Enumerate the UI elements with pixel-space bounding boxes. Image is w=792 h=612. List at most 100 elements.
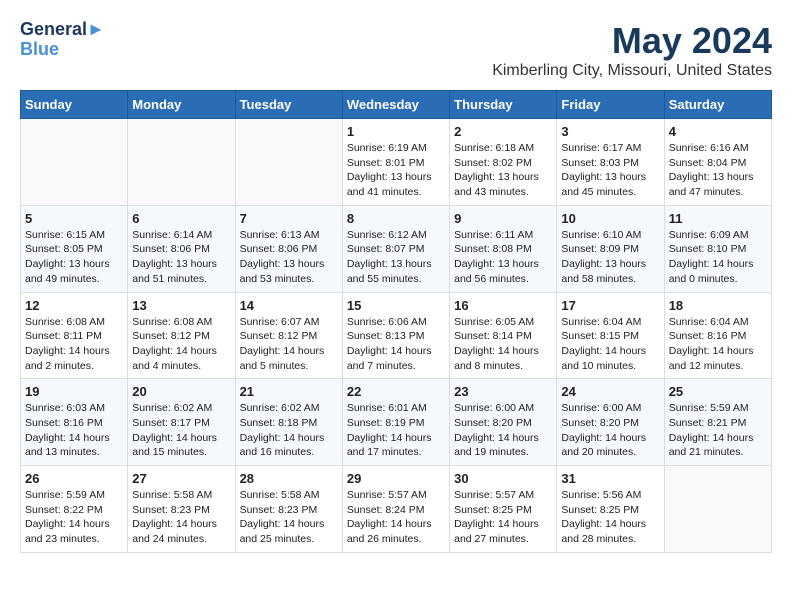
weekday-header-row: SundayMondayTuesdayWednesdayThursdayFrid… <box>21 91 772 119</box>
day-info: Sunrise: 6:09 AM Sunset: 8:10 PM Dayligh… <box>669 228 767 287</box>
main-title: May 2024 <box>492 20 772 62</box>
day-info: Sunrise: 6:04 AM Sunset: 8:16 PM Dayligh… <box>669 315 767 374</box>
calendar-day-26: 26 Sunrise: 5:59 AM Sunset: 8:22 PM Dayli… <box>21 466 128 553</box>
calendar-week-row: 12Sunrise: 6:08 AM Sunset: 8:11 PM Dayli… <box>21 292 772 379</box>
weekday-header-wednesday: Wednesday <box>342 91 449 119</box>
calendar-day-2: 2 Sunrise: 6:18 AM Sunset: 8:02 PM Daylig… <box>450 119 557 206</box>
day-number: 26 <box>25 471 123 486</box>
day-number: 27 <box>132 471 230 486</box>
calendar-day-16: 16 Sunrise: 6:05 AM Sunset: 8:14 PM Dayli… <box>450 292 557 379</box>
day-info: Sunrise: 6:03 AM Sunset: 8:16 PM Dayligh… <box>25 401 123 460</box>
day-info: Sunrise: 6:17 AM Sunset: 8:03 PM Dayligh… <box>561 141 659 200</box>
day-number: 31 <box>561 471 659 486</box>
day-info: Sunrise: 5:59 AM Sunset: 8:21 PM Dayligh… <box>669 401 767 460</box>
day-number: 15 <box>347 298 445 313</box>
calendar-empty-cell <box>21 119 128 206</box>
day-info: Sunrise: 6:04 AM Sunset: 8:15 PM Dayligh… <box>561 315 659 374</box>
calendar-day-10: 10 Sunrise: 6:10 AM Sunset: 8:09 PM Dayli… <box>557 205 664 292</box>
subtitle: Kimberling City, Missouri, United States <box>492 62 772 80</box>
day-info: Sunrise: 6:00 AM Sunset: 8:20 PM Dayligh… <box>454 401 552 460</box>
day-info: Sunrise: 6:14 AM Sunset: 8:06 PM Dayligh… <box>132 228 230 287</box>
weekday-header-monday: Monday <box>128 91 235 119</box>
day-number: 16 <box>454 298 552 313</box>
calendar-day-27: 27 Sunrise: 5:58 AM Sunset: 8:23 PM Dayli… <box>128 466 235 553</box>
page-header: General► Blue May 2024 Kimberling City, … <box>20 20 772 80</box>
day-number: 24 <box>561 384 659 399</box>
day-info: Sunrise: 6:10 AM Sunset: 8:09 PM Dayligh… <box>561 228 659 287</box>
day-number: 30 <box>454 471 552 486</box>
weekday-header-saturday: Saturday <box>664 91 771 119</box>
calendar-day-21: 21Sunrise: 6:02 AM Sunset: 8:18 PM Dayli… <box>235 379 342 466</box>
day-number: 5 <box>25 211 123 226</box>
day-info: Sunrise: 6:08 AM Sunset: 8:12 PM Dayligh… <box>132 315 230 374</box>
calendar-day-12: 12Sunrise: 6:08 AM Sunset: 8:11 PM Dayli… <box>21 292 128 379</box>
calendar-day-30: 30 Sunrise: 5:57 AM Sunset: 8:25 PM Dayli… <box>450 466 557 553</box>
calendar-week-row: 1 Sunrise: 6:19 AM Sunset: 8:01 PM Daylig… <box>21 119 772 206</box>
weekday-header-friday: Friday <box>557 91 664 119</box>
day-info: Sunrise: 5:57 AM Sunset: 8:25 PM Dayligh… <box>454 488 552 547</box>
calendar-day-6: 6Sunrise: 6:14 AM Sunset: 8:06 PM Daylig… <box>128 205 235 292</box>
calendar-day-8: 8 Sunrise: 6:12 AM Sunset: 8:07 PM Daylig… <box>342 205 449 292</box>
day-number: 23 <box>454 384 552 399</box>
calendar-day-4: 4Sunrise: 6:16 AM Sunset: 8:04 PM Daylig… <box>664 119 771 206</box>
weekday-header-thursday: Thursday <box>450 91 557 119</box>
day-number: 29 <box>347 471 445 486</box>
day-info: Sunrise: 5:58 AM Sunset: 8:23 PM Dayligh… <box>240 488 338 547</box>
day-info: Sunrise: 6:13 AM Sunset: 8:06 PM Dayligh… <box>240 228 338 287</box>
calendar-day-9: 9Sunrise: 6:11 AM Sunset: 8:08 PM Daylig… <box>450 205 557 292</box>
calendar-week-row: 26 Sunrise: 5:59 AM Sunset: 8:22 PM Dayli… <box>21 466 772 553</box>
day-info: Sunrise: 6:08 AM Sunset: 8:11 PM Dayligh… <box>25 315 123 374</box>
calendar-day-19: 19 Sunrise: 6:03 AM Sunset: 8:16 PM Dayli… <box>21 379 128 466</box>
day-number: 10 <box>561 211 659 226</box>
weekday-header-tuesday: Tuesday <box>235 91 342 119</box>
day-number: 2 <box>454 124 552 139</box>
day-number: 17 <box>561 298 659 313</box>
calendar-day-1: 1 Sunrise: 6:19 AM Sunset: 8:01 PM Daylig… <box>342 119 449 206</box>
day-info: Sunrise: 6:01 AM Sunset: 8:19 PM Dayligh… <box>347 401 445 460</box>
calendar-day-22: 22 Sunrise: 6:01 AM Sunset: 8:19 PM Dayli… <box>342 379 449 466</box>
calendar-day-7: 7 Sunrise: 6:13 AM Sunset: 8:06 PM Daylig… <box>235 205 342 292</box>
day-info: Sunrise: 6:12 AM Sunset: 8:07 PM Dayligh… <box>347 228 445 287</box>
day-info: Sunrise: 6:06 AM Sunset: 8:13 PM Dayligh… <box>347 315 445 374</box>
day-number: 3 <box>561 124 659 139</box>
calendar-day-31: 31Sunrise: 5:56 AM Sunset: 8:25 PM Dayli… <box>557 466 664 553</box>
calendar-day-14: 14Sunrise: 6:07 AM Sunset: 8:12 PM Dayli… <box>235 292 342 379</box>
day-info: Sunrise: 6:19 AM Sunset: 8:01 PM Dayligh… <box>347 141 445 200</box>
calendar-week-row: 19 Sunrise: 6:03 AM Sunset: 8:16 PM Dayli… <box>21 379 772 466</box>
calendar-day-20: 20 Sunrise: 6:02 AM Sunset: 8:17 PM Dayli… <box>128 379 235 466</box>
day-info: Sunrise: 5:59 AM Sunset: 8:22 PM Dayligh… <box>25 488 123 547</box>
day-info: Sunrise: 6:15 AM Sunset: 8:05 PM Dayligh… <box>25 228 123 287</box>
calendar-day-5: 5 Sunrise: 6:15 AM Sunset: 8:05 PM Daylig… <box>21 205 128 292</box>
calendar-week-row: 5 Sunrise: 6:15 AM Sunset: 8:05 PM Daylig… <box>21 205 772 292</box>
day-info: Sunrise: 6:16 AM Sunset: 8:04 PM Dayligh… <box>669 141 767 200</box>
day-number: 19 <box>25 384 123 399</box>
day-info: Sunrise: 6:18 AM Sunset: 8:02 PM Dayligh… <box>454 141 552 200</box>
calendar-day-25: 25 Sunrise: 5:59 AM Sunset: 8:21 PM Dayli… <box>664 379 771 466</box>
day-info: Sunrise: 6:05 AM Sunset: 8:14 PM Dayligh… <box>454 315 552 374</box>
calendar-day-17: 17 Sunrise: 6:04 AM Sunset: 8:15 PM Dayli… <box>557 292 664 379</box>
day-number: 11 <box>669 211 767 226</box>
logo-text-line2: Blue <box>20 40 105 60</box>
calendar-day-24: 24Sunrise: 6:00 AM Sunset: 8:20 PM Dayli… <box>557 379 664 466</box>
calendar-day-15: 15 Sunrise: 6:06 AM Sunset: 8:13 PM Dayli… <box>342 292 449 379</box>
day-number: 8 <box>347 211 445 226</box>
weekday-header-sunday: Sunday <box>21 91 128 119</box>
calendar-day-28: 28Sunrise: 5:58 AM Sunset: 8:23 PM Dayli… <box>235 466 342 553</box>
calendar-empty-cell <box>128 119 235 206</box>
day-number: 20 <box>132 384 230 399</box>
day-number: 1 <box>347 124 445 139</box>
day-number: 22 <box>347 384 445 399</box>
logo: General► Blue <box>20 20 105 60</box>
day-info: Sunrise: 5:58 AM Sunset: 8:23 PM Dayligh… <box>132 488 230 547</box>
day-info: Sunrise: 6:02 AM Sunset: 8:17 PM Dayligh… <box>132 401 230 460</box>
calendar-day-13: 13 Sunrise: 6:08 AM Sunset: 8:12 PM Dayli… <box>128 292 235 379</box>
day-info: Sunrise: 6:02 AM Sunset: 8:18 PM Dayligh… <box>240 401 338 460</box>
calendar-day-29: 29 Sunrise: 5:57 AM Sunset: 8:24 PM Dayli… <box>342 466 449 553</box>
day-info: Sunrise: 5:57 AM Sunset: 8:24 PM Dayligh… <box>347 488 445 547</box>
day-number: 7 <box>240 211 338 226</box>
day-number: 9 <box>454 211 552 226</box>
day-number: 25 <box>669 384 767 399</box>
calendar-day-18: 18Sunrise: 6:04 AM Sunset: 8:16 PM Dayli… <box>664 292 771 379</box>
day-number: 13 <box>132 298 230 313</box>
calendar-table: SundayMondayTuesdayWednesdayThursdayFrid… <box>20 90 772 553</box>
